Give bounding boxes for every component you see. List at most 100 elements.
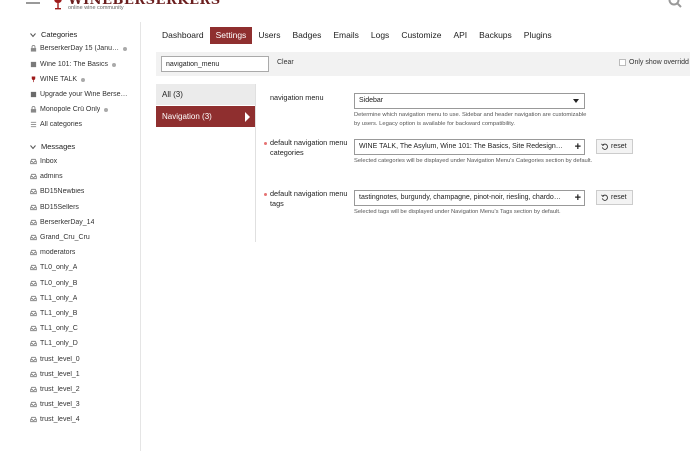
sidebar-message-item[interactable]: BerserkerDay_14 — [30, 216, 136, 229]
lock-icon — [30, 45, 37, 52]
setting-description: Determine which navigation menu to use. … — [354, 112, 587, 127]
tab-dashboard[interactable]: Dashboard — [156, 27, 210, 44]
reset-button[interactable]: reset — [596, 139, 633, 154]
categories-section-header[interactable]: Categories — [30, 30, 77, 39]
undo-icon — [601, 143, 608, 150]
sidebar-message-label: TL1_only_D — [40, 340, 78, 348]
sidebar-message-item[interactable]: trust_level_4 — [30, 413, 136, 426]
chevron-right-icon — [245, 112, 250, 122]
reset-label: reset — [611, 143, 627, 150]
overridden-marker — [264, 142, 267, 145]
sidebar: Categories BerserkerDay 15 (Janu… Wine 1… — [0, 22, 141, 451]
tab-plugins[interactable]: Plugins — [518, 27, 558, 44]
sidebar-category-label: Upgrade your Wine Berse… — [40, 91, 128, 98]
sidebar-message-item[interactable]: TL1_only_C — [30, 322, 136, 335]
sidebar-category-label: BerserkerDay 15 (Janu… — [40, 45, 119, 52]
setting-label-default-categories: default navigation menu categories — [270, 138, 348, 157]
default-categories-input[interactable]: WINE TALK, The Asylum, Wine 101: The Bas… — [354, 139, 585, 155]
sidebar-category-item[interactable]: WINE TALK — [30, 73, 136, 86]
chevron-down-icon — [30, 144, 36, 149]
unread-dot — [104, 107, 109, 112]
unread-dot — [111, 62, 116, 67]
reset-button[interactable]: reset — [596, 190, 633, 205]
tab-badges[interactable]: Badges — [287, 27, 328, 44]
settings-filter-input[interactable] — [161, 56, 269, 72]
sidebar-message-label: TL0_only_B — [40, 279, 78, 287]
tab-customize[interactable]: Customize — [395, 27, 447, 44]
reset-label: reset — [611, 194, 627, 201]
sidebar-message-label: Grand_Cru_Cru — [40, 234, 90, 241]
sidebar-message-item[interactable]: Grand_Cru_Cru — [30, 231, 136, 244]
tab-backups[interactable]: Backups — [473, 27, 518, 44]
sidebar-message-item[interactable]: trust_level_3 — [30, 398, 136, 411]
default-tags-input[interactable]: tastingnotes, burgundy, champagne, pinot… — [354, 190, 585, 206]
inbox-icon — [30, 280, 37, 286]
sidebar-category-item[interactable]: Monopole Crü Only — [30, 103, 136, 116]
sidebar-category-label: WINE TALK — [40, 76, 78, 83]
square-icon — [30, 61, 37, 68]
category-all-label: All — [162, 90, 171, 99]
inbox-icon — [30, 204, 37, 210]
sidebar-message-item[interactable]: BD15Newbies — [30, 185, 136, 198]
sidebar-message-label: TL1_only_B — [40, 310, 78, 317]
default-tags-value: tastingnotes, burgundy, champagne, pinot… — [359, 194, 564, 201]
inbox-icon — [30, 371, 37, 377]
sidebar-message-item[interactable]: TL1_only_A — [30, 292, 136, 305]
inbox-icon — [30, 341, 37, 347]
sidebar-message-label: trust_level_3 — [40, 401, 80, 409]
messages-section-header[interactable]: Messages — [30, 142, 75, 151]
category-all[interactable]: All (3) — [156, 84, 255, 105]
sidebar-message-item[interactable]: TL0_only_B — [30, 277, 136, 290]
setting-description: Selected categories will be displayed un… — [354, 158, 593, 164]
sidebar-category-label: Monopole Crü Only — [40, 106, 101, 113]
sidebar-message-item[interactable]: BD15Sellers — [30, 201, 136, 214]
tab-logs[interactable]: Logs — [365, 27, 395, 44]
inbox-icon — [30, 356, 37, 362]
list-icon — [30, 121, 37, 128]
sidebar-message-label: trust_level_1 — [40, 370, 80, 378]
inbox-icon — [30, 310, 37, 317]
sidebar-message-label: trust_level_2 — [40, 386, 80, 393]
inbox-icon — [30, 250, 37, 256]
sidebar-message-item[interactable]: admins — [30, 170, 136, 183]
tab-settings[interactable]: Settings — [209, 27, 253, 44]
sidebar-category-item[interactable]: Wine 101: The Basics — [30, 58, 136, 71]
navigation-menu-select[interactable]: Sidebar — [354, 93, 585, 109]
sidebar-message-label: admins — [40, 173, 63, 181]
sidebar-message-label: moderators — [40, 249, 76, 257]
tab-api[interactable]: API — [447, 27, 473, 44]
setting-description: Selected tags will be displayed under Na… — [354, 209, 561, 215]
inbox-icon — [30, 219, 37, 225]
tab-users[interactable]: Users — [252, 27, 286, 44]
only-overridden-toggle[interactable]: Only show overridd — [619, 59, 689, 66]
messages-heading: Messages — [41, 142, 76, 151]
sidebar-all-categories[interactable]: All categories — [30, 118, 136, 131]
sidebar-message-item[interactable]: TL0_only_A — [30, 261, 136, 274]
sidebar-message-item[interactable]: trust_level_0 — [30, 353, 136, 366]
sidebar-message-label: BD15Sellers — [40, 203, 79, 211]
sidebar-message-item[interactable]: Inbox — [30, 155, 136, 168]
clear-filter-button[interactable]: Clear — [277, 59, 294, 66]
undo-icon — [601, 194, 608, 201]
plus-icon[interactable]: + — [575, 191, 581, 205]
sidebar-message-item[interactable]: moderators — [30, 246, 136, 259]
sidebar-category-item[interactable]: BerserkerDay 15 (Janu… — [30, 42, 136, 55]
sidebar-message-item[interactable]: trust_level_2 — [30, 383, 136, 396]
inbox-icon — [30, 386, 37, 393]
only-overridden-checkbox[interactable] — [619, 59, 626, 66]
settings-filter-bar: Clear Only show overridd — [156, 52, 690, 76]
sidebar-message-item[interactable]: TL1_only_D — [30, 337, 136, 350]
inbox-icon — [30, 402, 37, 408]
sidebar-category-item[interactable]: Upgrade your Wine Berse… — [30, 88, 136, 101]
sidebar-category-label: All categories — [40, 121, 83, 128]
sidebar-message-item[interactable]: trust_level_1 — [30, 368, 136, 381]
only-overridden-label: Only show overridd — [629, 59, 689, 66]
search-icon[interactable] — [668, 0, 682, 8]
tab-emails[interactable]: Emails — [327, 27, 365, 44]
plus-icon[interactable]: + — [575, 140, 581, 154]
inbox-icon — [30, 158, 37, 165]
unread-dot — [81, 77, 86, 82]
category-navigation[interactable]: Navigation (3) — [156, 106, 255, 127]
sidebar-message-item[interactable]: TL1_only_B — [30, 307, 136, 320]
hamburger-icon[interactable] — [26, 0, 40, 8]
